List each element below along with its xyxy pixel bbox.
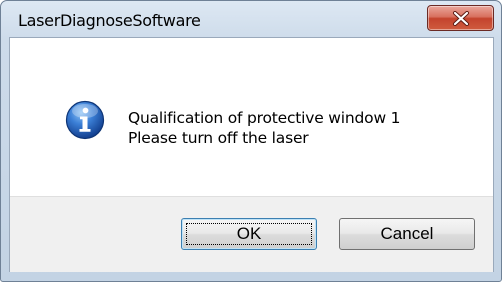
- message-area: Qualification of protective window 1 Ple…: [10, 38, 493, 196]
- message-line-1: Qualification of protective window 1: [128, 109, 401, 127]
- message-line-2: Please turn off the laser: [128, 129, 309, 147]
- cancel-button[interactable]: Cancel: [339, 218, 475, 250]
- cancel-button-label: Cancel: [380, 224, 434, 243]
- message-text: Qualification of protective window 1 Ple…: [128, 108, 401, 148]
- title-bar[interactable]: LaserDiagnoseSoftware: [1, 1, 501, 37]
- message-dialog: LaserDiagnoseSoftware Qualification of p…: [0, 0, 502, 282]
- close-button[interactable]: [427, 5, 494, 31]
- close-icon: [453, 11, 469, 26]
- window-title: LaserDiagnoseSoftware: [18, 11, 201, 30]
- ok-button-label: OK: [236, 224, 262, 243]
- information-icon: [65, 100, 105, 140]
- ok-button[interactable]: OK: [181, 218, 317, 250]
